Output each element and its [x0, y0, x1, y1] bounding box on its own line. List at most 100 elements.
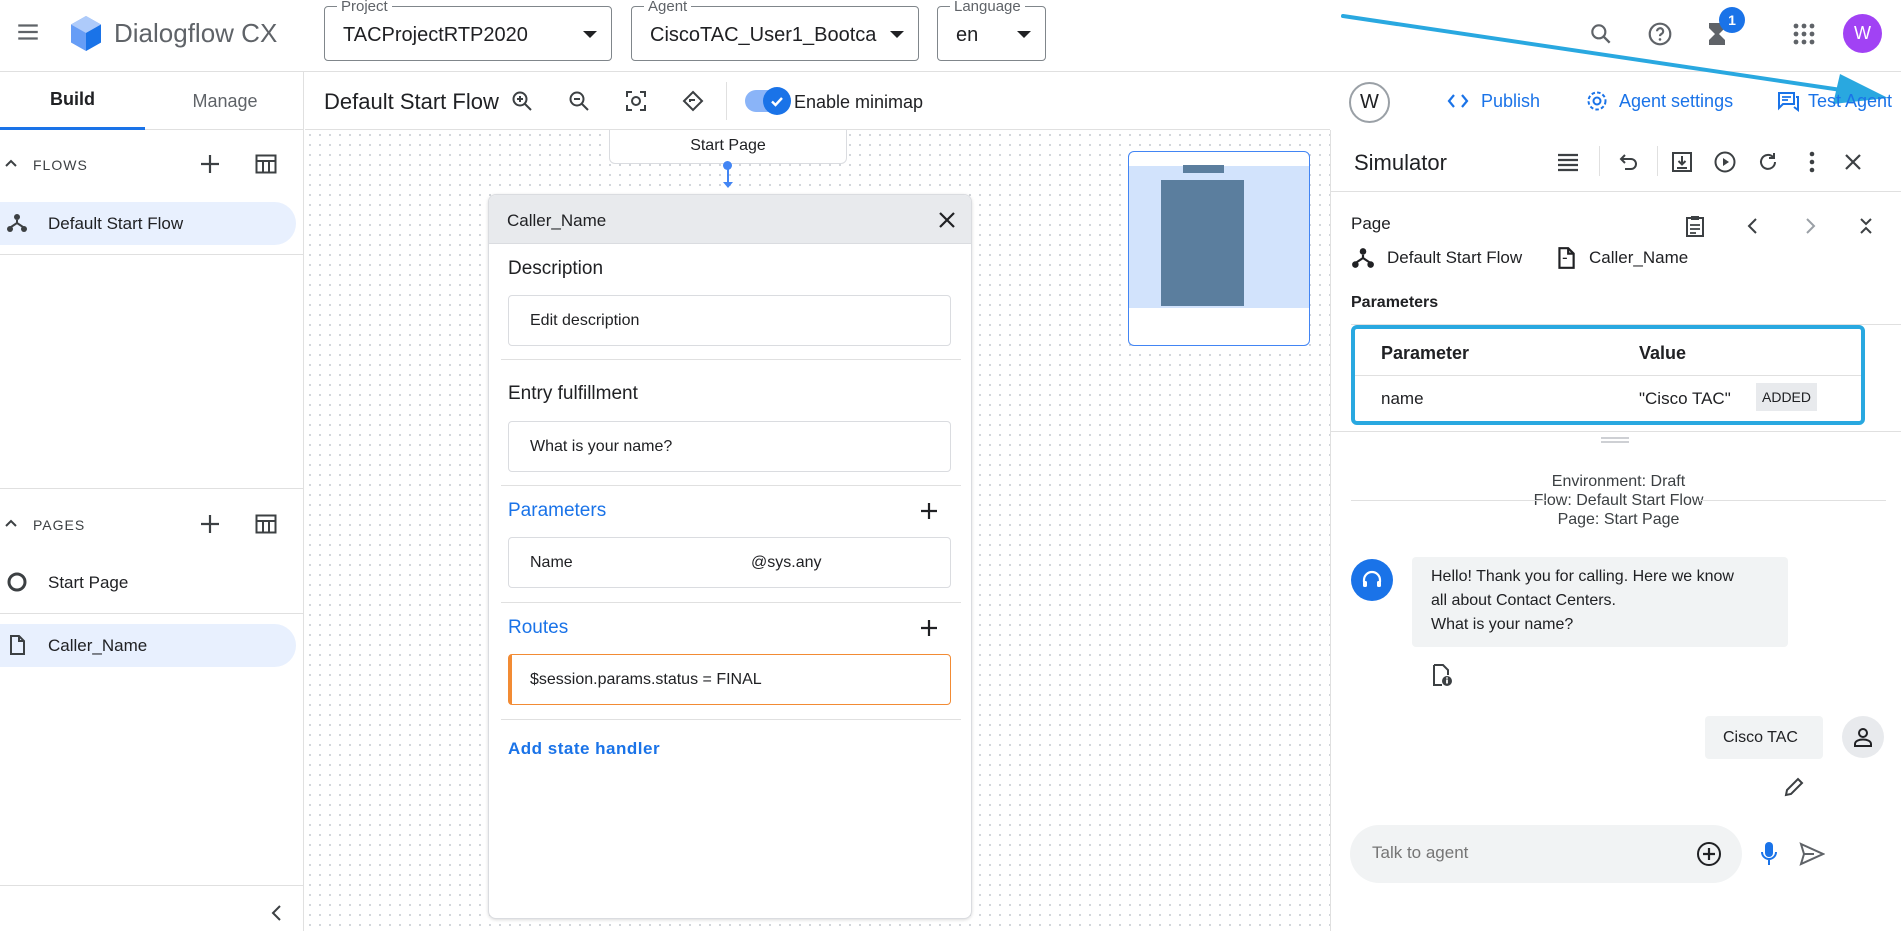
- agent-message-line: Hello! Thank you for calling. Here we kn…: [1431, 568, 1734, 585]
- divider: [501, 719, 961, 720]
- flow-canvas[interactable]: Start Page Caller_Name Description Edit …: [305, 130, 1330, 931]
- user-message: Cisco TAC: [1705, 716, 1823, 759]
- parameter-row[interactable]: Name @sys.any: [508, 537, 951, 588]
- headset-icon: [1362, 570, 1382, 587]
- page-item-label: Start Page: [48, 573, 129, 592]
- entry-fulfillment-value: What is your name?: [530, 438, 673, 455]
- plus-icon: [921, 503, 937, 519]
- add-parameter-button[interactable]: [916, 498, 942, 524]
- test-agent-button[interactable]: Test Agent: [1776, 72, 1892, 130]
- chevron-left-icon: [271, 905, 281, 921]
- clipboard-icon[interactable]: [1681, 212, 1709, 240]
- page-item-start-page[interactable]: Start Page: [0, 561, 296, 604]
- plus-icon: [201, 515, 219, 533]
- menu-icon[interactable]: [10, 14, 46, 50]
- edit-icon[interactable]: [1779, 772, 1809, 802]
- page-label: Page: [1351, 214, 1391, 233]
- flows-table-button[interactable]: [248, 146, 284, 182]
- divider: [501, 359, 961, 360]
- add-route-button[interactable]: [916, 615, 942, 641]
- tab-manage[interactable]: Manage: [160, 72, 290, 130]
- routes-title[interactable]: Routes: [508, 617, 568, 639]
- environment-line: Environment: Draft: [1551, 473, 1686, 490]
- entry-fulfillment-field[interactable]: What is your name?: [508, 421, 951, 472]
- chevron-left-icon[interactable]: [1739, 212, 1767, 240]
- collapse-icon[interactable]: [1852, 212, 1880, 240]
- project-selector[interactable]: Project TACProjectRTP2020: [324, 0, 612, 61]
- chevron-down-icon: [890, 31, 904, 38]
- publish-button[interactable]: Publish: [1447, 72, 1540, 130]
- add-flow-button[interactable]: [192, 146, 228, 182]
- nav-tabs: Build Manage: [0, 72, 304, 130]
- pages-table-button[interactable]: [248, 506, 284, 542]
- minimap-toggle[interactable]: [745, 87, 791, 115]
- parameters-label: Parameters: [1351, 294, 1439, 311]
- zoom-out-icon[interactable]: [563, 85, 595, 117]
- microphone-icon[interactable]: [1754, 839, 1784, 869]
- agent-avatar: [1351, 559, 1393, 601]
- more-vert-icon[interactable]: [1797, 147, 1827, 177]
- reset-icon[interactable]: [1753, 147, 1783, 177]
- fit-to-screen-icon[interactable]: [620, 85, 652, 117]
- play-icon[interactable]: [1710, 147, 1740, 177]
- current-flow: Default Start Flow: [1387, 248, 1523, 267]
- add-circle-icon[interactable]: [1694, 839, 1724, 869]
- collaborator-avatar[interactable]: W: [1349, 82, 1390, 123]
- flow-item-default-start-flow[interactable]: Default Start Flow: [0, 202, 296, 245]
- help-icon[interactable]: [1642, 16, 1678, 52]
- zoom-in-icon[interactable]: [506, 85, 538, 117]
- description-value: Edit description: [530, 312, 640, 329]
- check-icon: [763, 87, 791, 115]
- send-icon[interactable]: [1797, 839, 1827, 869]
- chevron-up-icon[interactable]: [4, 516, 18, 530]
- agent-selector[interactable]: Agent CiscoTAC_User1_Bootca...: [631, 0, 919, 61]
- divider: [0, 488, 304, 489]
- language-selector[interactable]: Language en: [937, 0, 1046, 61]
- agent-value: CiscoTAC_User1_Bootca...: [650, 24, 878, 46]
- start-page-node[interactable]: Start Page: [609, 130, 847, 164]
- param-value-cell: "Cisco TAC": [1639, 389, 1731, 408]
- minimap[interactable]: [1128, 151, 1310, 346]
- agent-settings-button[interactable]: Agent settings: [1585, 72, 1733, 130]
- close-icon[interactable]: [933, 206, 961, 234]
- route-row[interactable]: $session.params.status = FINAL: [508, 654, 951, 705]
- response-info-icon[interactable]: [1427, 660, 1457, 690]
- page-card-title: Caller_Name: [507, 211, 607, 230]
- add-page-button[interactable]: [192, 506, 228, 542]
- publish-label: Publish: [1481, 90, 1541, 111]
- chevron-down-icon: [1017, 31, 1031, 38]
- flows-section-header: FLOWS: [0, 140, 304, 190]
- chevron-up-icon[interactable]: [4, 156, 18, 170]
- agent-message: Hello! Thank you for calling. Here we kn…: [1412, 557, 1788, 647]
- talk-to-agent-input[interactable]: [1372, 843, 1672, 863]
- pages-section-header: PAGES: [0, 500, 304, 550]
- parameters-table: Parameter Value name "Cisco TAC" ADDED: [1351, 325, 1865, 425]
- save-icon[interactable]: [1667, 147, 1697, 177]
- code-icon: [1447, 94, 1469, 108]
- test-agent-label: Test Agent: [1808, 90, 1893, 111]
- divider: [0, 885, 304, 886]
- user-avatar[interactable]: W: [1843, 14, 1882, 53]
- add-state-handler-button[interactable]: Add state handler: [508, 739, 660, 759]
- apps-grid-icon[interactable]: [1786, 16, 1822, 52]
- entry-fulfillment-title: Entry fulfillment: [508, 383, 638, 404]
- page-icon: [10, 635, 25, 655]
- drag-handle-icon[interactable]: [1601, 437, 1629, 443]
- divider: [501, 485, 961, 486]
- parameters-title[interactable]: Parameters: [508, 500, 606, 522]
- collapse-nav-button[interactable]: [262, 898, 292, 928]
- description-field[interactable]: Edit description: [508, 295, 951, 346]
- top-bar: Dialogflow CX Project TACProjectRTP2020 …: [0, 0, 1901, 72]
- undo-icon[interactable]: [1614, 147, 1644, 177]
- tab-build[interactable]: Build: [0, 72, 145, 130]
- close-icon[interactable]: [1838, 147, 1868, 177]
- page-card-header: Caller_Name: [489, 195, 971, 244]
- minimap-toggle-label: Enable minimap: [794, 92, 924, 112]
- chevron-right-icon[interactable]: [1796, 212, 1824, 240]
- divider: [1599, 146, 1600, 176]
- table-header-parameter: Parameter: [1381, 343, 1470, 363]
- list-view-icon[interactable]: [1553, 147, 1583, 177]
- page-item-caller-name[interactable]: Caller_Name: [0, 624, 296, 667]
- reset-view-icon[interactable]: [677, 85, 709, 117]
- search-icon[interactable]: [1583, 16, 1619, 52]
